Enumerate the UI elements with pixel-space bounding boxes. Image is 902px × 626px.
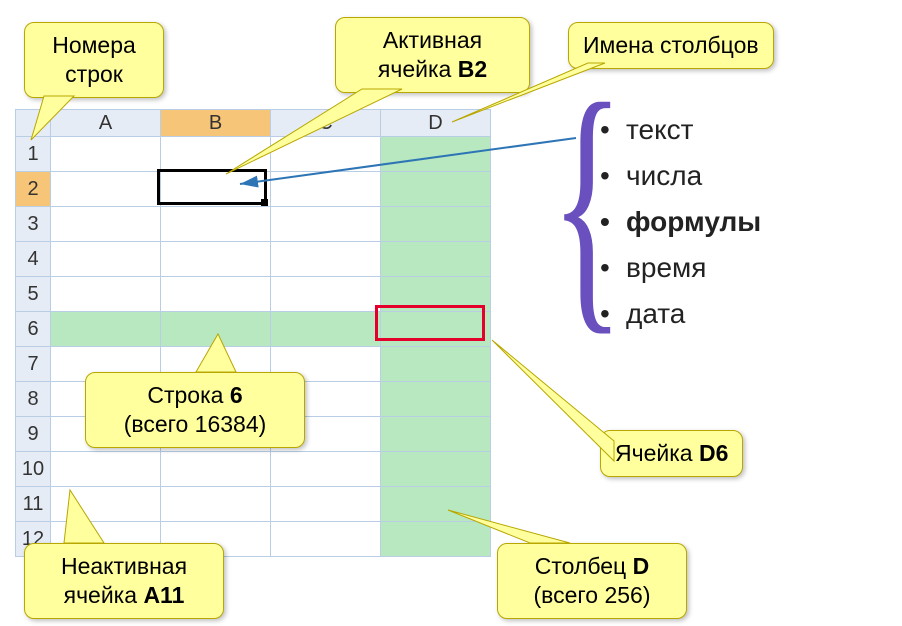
row-header-1[interactable]: 1 <box>16 137 51 172</box>
col-header-c[interactable]: C <box>271 110 381 137</box>
cell[interactable] <box>381 417 491 452</box>
cell[interactable] <box>271 242 381 277</box>
cell[interactable] <box>381 487 491 522</box>
cell[interactable] <box>161 207 271 242</box>
cell[interactable] <box>381 207 491 242</box>
cell[interactable] <box>271 207 381 242</box>
bullet-time: время <box>600 245 761 291</box>
cell[interactable] <box>271 487 381 522</box>
cell[interactable] <box>271 312 381 347</box>
cell[interactable] <box>381 242 491 277</box>
cell[interactable] <box>271 452 381 487</box>
cell[interactable] <box>51 137 161 172</box>
row-header-8[interactable]: 8 <box>16 382 51 417</box>
cell[interactable] <box>381 172 491 207</box>
cell[interactable] <box>51 172 161 207</box>
cell[interactable] <box>271 522 381 557</box>
cell[interactable] <box>381 452 491 487</box>
col-header-d[interactable]: D <box>381 110 491 137</box>
cell[interactable] <box>161 242 271 277</box>
cell[interactable] <box>381 522 491 557</box>
cell[interactable] <box>161 137 271 172</box>
cell[interactable] <box>381 137 491 172</box>
callout-inactive-cell: Неактивная ячейка A11 <box>24 543 224 619</box>
callout-column-names: Имена столбцов <box>568 22 774 69</box>
cell[interactable] <box>161 487 271 522</box>
row-header-7[interactable]: 7 <box>16 347 51 382</box>
row-header-11[interactable]: 11 <box>16 487 51 522</box>
cell[interactable] <box>381 382 491 417</box>
cell-d6[interactable] <box>381 312 491 347</box>
callout-active-cell: Активная ячейка B2 <box>335 17 530 93</box>
cell-a11[interactable] <box>51 487 161 522</box>
cell[interactable] <box>271 172 381 207</box>
row-header-9[interactable]: 9 <box>16 417 51 452</box>
cell[interactable] <box>271 277 381 312</box>
bullet-formulas: формулы <box>600 199 761 245</box>
bullet-numbers: числа <box>600 153 761 199</box>
row-header-5[interactable]: 5 <box>16 277 51 312</box>
cell[interactable] <box>271 137 381 172</box>
row-header-4[interactable]: 4 <box>16 242 51 277</box>
cell[interactable] <box>51 242 161 277</box>
cell[interactable] <box>161 312 271 347</box>
spreadsheet-grid: A B C D 1 2 3 4 5 6 7 8 9 10 11 12 <box>15 109 491 557</box>
cell[interactable] <box>51 277 161 312</box>
callout-cell-d6: Ячейка D6 <box>600 430 743 477</box>
cell[interactable] <box>161 277 271 312</box>
cell[interactable] <box>381 277 491 312</box>
select-all-corner[interactable] <box>16 110 51 137</box>
cell-b2[interactable] <box>161 172 271 207</box>
cell[interactable] <box>161 452 271 487</box>
callout-row6: Строка 6 (всего 16384) <box>85 372 305 448</box>
callout-row-numbers: Номера строк <box>24 22 164 98</box>
row-header-6[interactable]: 6 <box>16 312 51 347</box>
bullet-text: текст <box>600 107 761 153</box>
cell[interactable] <box>51 452 161 487</box>
col-header-b[interactable]: B <box>161 110 271 137</box>
cell[interactable] <box>381 347 491 382</box>
row-header-3[interactable]: 3 <box>16 207 51 242</box>
cell[interactable] <box>51 312 161 347</box>
cell[interactable] <box>51 207 161 242</box>
row-header-10[interactable]: 10 <box>16 452 51 487</box>
callout-column-d: Столбец D (всего 256) <box>497 543 687 619</box>
row-header-2[interactable]: 2 <box>16 172 51 207</box>
bullet-date: дата <box>600 291 761 337</box>
col-header-a[interactable]: A <box>51 110 161 137</box>
data-types-list: текст числа формулы время дата <box>600 107 761 337</box>
